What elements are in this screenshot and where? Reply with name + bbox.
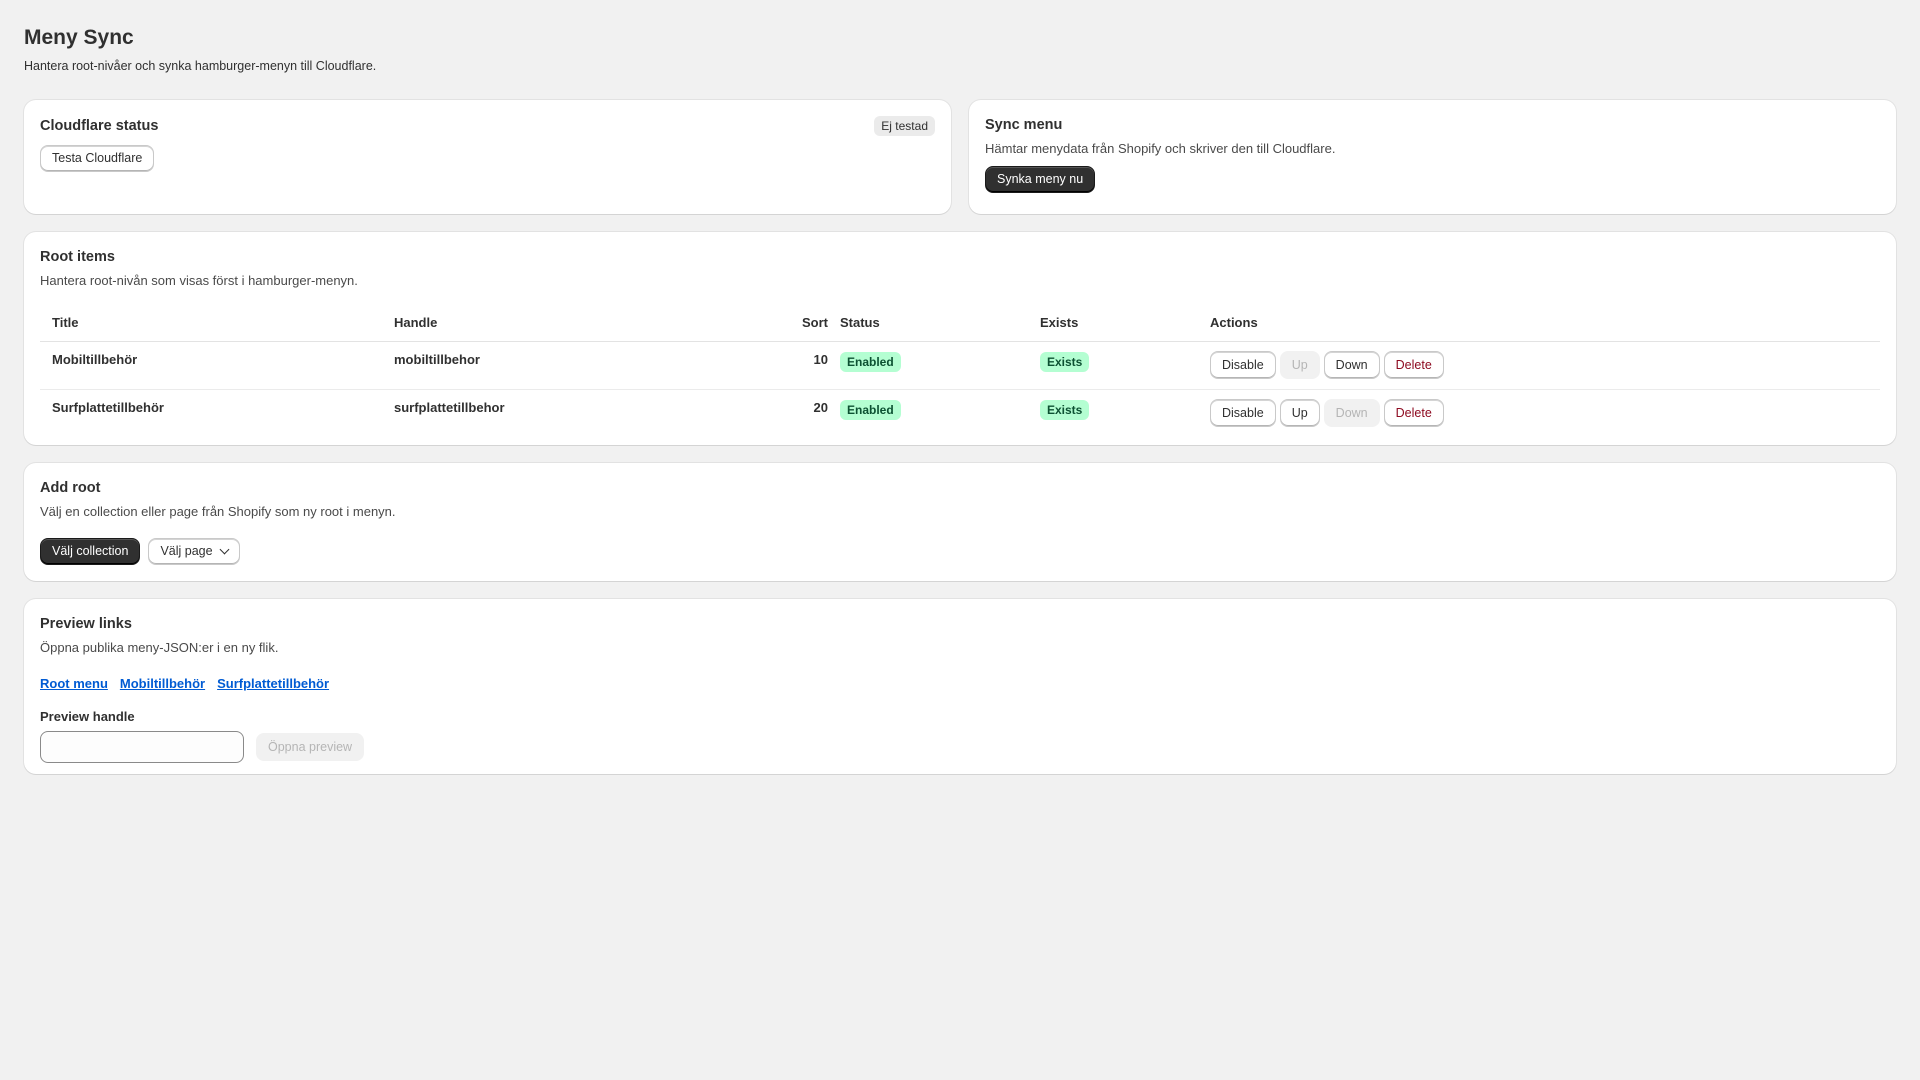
select-page-button[interactable]: Välj page — [148, 538, 240, 565]
row-actions: Disable Up Down Delete — [1210, 351, 1868, 379]
column-header-status: Status — [828, 315, 1028, 342]
root-items-card: Root items Hantera root-nivån som visas … — [24, 232, 1896, 445]
row-sort: 10 — [766, 341, 828, 390]
root-items-table: Title Handle Sort Status Exists Actions … — [40, 315, 1880, 437]
preview-links-card: Preview links Öppna publika meny-JSON:er… — [24, 599, 1896, 774]
row-status-cell: Enabled — [828, 390, 1028, 438]
sync-menu-card: Sync menu Hämtar menydata från Shopify o… — [969, 100, 1896, 214]
preview-links-description: Öppna publika meny-JSON:er i en ny flik. — [40, 640, 279, 655]
table-row: Mobiltillbehör mobiltillbehor 10 Enabled… — [40, 341, 1880, 390]
cloudflare-status-card: Cloudflare status Ej testad Testa Cloudf… — [24, 100, 951, 214]
preview-link-root-menu[interactable]: Root menu — [40, 676, 108, 691]
move-up-button[interactable]: Up — [1279, 351, 1320, 379]
disable-button[interactable]: Disable — [1210, 351, 1276, 379]
row-actions: Disable Up Down Delete — [1210, 399, 1868, 427]
test-cloudflare-button[interactable]: Testa Cloudflare — [40, 145, 155, 172]
add-root-card: Add root Välj en collection eller page f… — [24, 463, 1896, 581]
row-actions-cell: Disable Up Down Delete — [1198, 341, 1880, 390]
row-status-cell: Enabled — [828, 341, 1028, 390]
status-badge: Enabled — [840, 352, 901, 372]
sync-now-button[interactable]: Synka meny nu — [985, 166, 1096, 193]
row-handle: surfplattetillbehor — [394, 400, 505, 415]
preview-link-surfplattetillbehor[interactable]: Surfplattetillbehör — [217, 676, 329, 691]
exists-badge: Exists — [1040, 352, 1090, 372]
root-items-description: Hantera root-nivån som visas först i ham… — [40, 273, 358, 288]
select-page-label: Välj page — [160, 544, 213, 558]
preview-handle-label: Preview handle — [40, 709, 135, 724]
row-exists-cell: Exists — [1028, 341, 1198, 390]
row-sort: 20 — [813, 400, 828, 415]
page-title: Meny Sync — [24, 26, 134, 49]
move-down-button[interactable]: Down — [1323, 399, 1380, 427]
cloudflare-status-badge: Ej testad — [874, 116, 935, 136]
cloudflare-status-header: Cloudflare status Ej testad — [40, 116, 935, 136]
row-exists-cell: Exists — [1028, 390, 1198, 438]
open-preview-button[interactable]: Öppna preview — [256, 733, 365, 761]
column-header-sort: Sort — [766, 315, 828, 342]
move-up-button[interactable]: Up — [1279, 399, 1320, 427]
column-header-handle: Handle — [382, 315, 766, 342]
chevron-down-icon — [219, 544, 230, 555]
column-header-title: Title — [40, 315, 382, 342]
add-root-title: Add root — [40, 480, 101, 496]
exists-badge: Exists — [1040, 400, 1090, 420]
delete-button[interactable]: Delete — [1383, 351, 1444, 379]
root-items-title: Root items — [40, 249, 115, 265]
status-badge: Enabled — [840, 400, 901, 420]
column-header-exists: Exists — [1028, 315, 1198, 342]
sync-menu-description: Hämtar menydata från Shopify och skriver… — [985, 141, 1336, 156]
sync-menu-title: Sync menu — [985, 117, 1063, 133]
delete-button[interactable]: Delete — [1383, 399, 1444, 427]
page-subtitle: Hantera root-nivåer och synka hamburger-… — [24, 59, 377, 73]
row-title: Surfplattetillbehör — [52, 400, 164, 415]
row-title: Mobiltillbehör — [40, 341, 382, 390]
page: Meny Sync Hantera root-nivåer och synka … — [0, 0, 1920, 1080]
preview-handle-row: Öppna preview — [40, 731, 1880, 763]
table-header-row: Title Handle Sort Status Exists Actions — [40, 315, 1880, 342]
table-row: Surfplattetillbehör surfplattetillbehor … — [40, 390, 1880, 438]
cloudflare-status-title: Cloudflare status — [40, 118, 159, 134]
add-root-description: Välj en collection eller page från Shopi… — [40, 504, 396, 519]
top-row: Cloudflare status Ej testad Testa Cloudf… — [24, 100, 1896, 214]
add-root-buttons: Välj collection Välj page — [40, 538, 1880, 565]
preview-handle-input[interactable] — [40, 731, 244, 763]
row-handle: mobiltillbehor — [382, 341, 766, 390]
select-collection-button[interactable]: Välj collection — [40, 538, 141, 565]
disable-button[interactable]: Disable — [1210, 399, 1276, 427]
move-down-button[interactable]: Down — [1323, 351, 1380, 379]
preview-link-mobiltillbehor[interactable]: Mobiltillbehör — [120, 676, 205, 691]
preview-links-title: Preview links — [40, 616, 132, 632]
column-header-actions: Actions — [1198, 315, 1880, 342]
row-actions-cell: Disable Up Down Delete — [1198, 390, 1880, 438]
preview-links-list: Root menu Mobiltillbehör Surfplattetillb… — [40, 676, 1880, 691]
